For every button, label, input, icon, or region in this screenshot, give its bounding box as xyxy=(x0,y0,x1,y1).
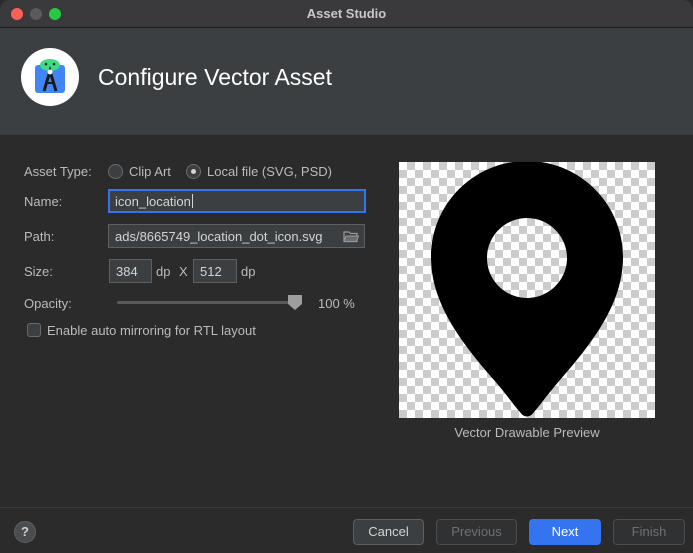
form-area: Asset Type: Clip Art Local file (SVG, PS… xyxy=(0,137,693,507)
finish-button[interactable]: Finish xyxy=(613,519,685,545)
radio-local-file[interactable] xyxy=(186,164,201,179)
width-unit: dp xyxy=(156,264,171,279)
opacity-slider-thumb[interactable] xyxy=(288,295,302,310)
path-label: Path: xyxy=(24,229,55,244)
radio-local-file-label[interactable]: Local file (SVG, PSD) xyxy=(207,164,332,179)
opacity-label: Opacity: xyxy=(24,296,72,311)
window-title: Asset Studio xyxy=(306,6,387,21)
radio-clip-art-label[interactable]: Clip Art xyxy=(129,164,171,179)
name-input[interactable]: icon_location xyxy=(108,189,366,213)
next-button[interactable]: Next xyxy=(529,519,601,545)
rtl-mirroring-label[interactable]: Enable auto mirroring for RTL layout xyxy=(47,323,256,338)
radio-clip-art[interactable] xyxy=(108,164,123,179)
wizard-header: Configure Vector Asset xyxy=(0,28,693,136)
width-input[interactable]: 384 xyxy=(109,259,152,283)
name-value: icon_location xyxy=(115,194,191,209)
help-button[interactable]: ? xyxy=(14,521,36,543)
vector-preview xyxy=(399,161,655,418)
wizard-footer: ? Cancel Previous Next Finish xyxy=(0,507,693,553)
size-separator: X xyxy=(179,264,188,279)
previous-button[interactable]: Previous xyxy=(436,519,517,545)
height-input[interactable]: 512 xyxy=(193,259,237,283)
text-caret xyxy=(191,194,193,208)
location-pin-icon xyxy=(431,161,623,417)
android-studio-icon xyxy=(21,48,79,106)
rtl-mirroring-checkbox[interactable] xyxy=(27,323,41,337)
path-value: ads/8665749_location_dot_icon.svg xyxy=(115,229,323,244)
asset-studio-window: Asset Studio Configure Vector Asset Asse… xyxy=(0,0,693,553)
cancel-button[interactable]: Cancel xyxy=(353,519,424,545)
opacity-slider-track[interactable] xyxy=(117,301,299,304)
height-unit: dp xyxy=(241,264,256,279)
asset-type-label: Asset Type: xyxy=(24,164,92,179)
opacity-value: 100 % xyxy=(318,296,355,311)
preview-caption: Vector Drawable Preview xyxy=(454,425,600,440)
size-label: Size: xyxy=(24,264,53,279)
folder-open-icon[interactable] xyxy=(343,230,360,246)
name-label: Name: xyxy=(24,194,63,209)
page-title: Configure Vector Asset xyxy=(98,64,332,90)
path-input[interactable]: ads/8665749_location_dot_icon.svg xyxy=(108,224,365,248)
title-bar: Asset Studio xyxy=(0,0,693,28)
